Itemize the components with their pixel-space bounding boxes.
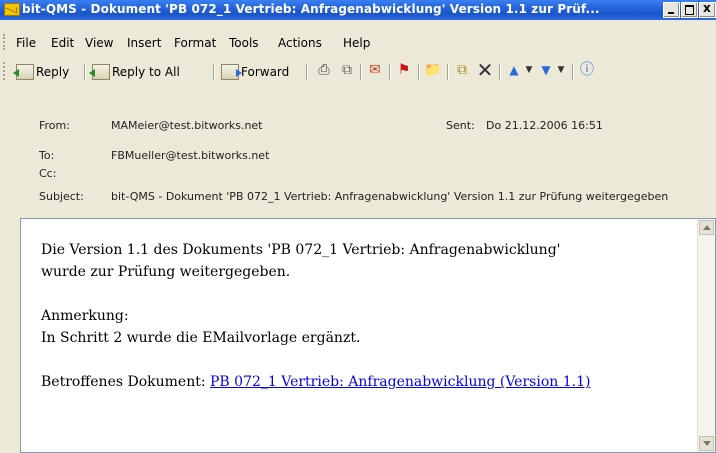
- reply-all-icon: [89, 64, 110, 80]
- folder-icon[interactable]: 📁: [424, 61, 442, 79]
- menu-help[interactable]: Help: [343, 36, 370, 50]
- envelope-icon: [4, 3, 20, 16]
- toolbar-separator: [418, 64, 420, 80]
- subject-label: Subject:: [39, 190, 84, 203]
- toolbar-separator: [447, 64, 449, 80]
- menu-tools[interactable]: Tools: [229, 36, 259, 50]
- to-label: To:: [39, 149, 55, 162]
- reply-button[interactable]: Reply: [13, 62, 70, 82]
- toolbar-separator: [389, 64, 391, 80]
- menu-actions[interactable]: Actions: [278, 36, 322, 50]
- message-text: Die Version 1.1 des Dokuments 'PB 072_1 …: [41, 239, 681, 393]
- cc-label: Cc:: [39, 167, 57, 180]
- from-value[interactable]: MAMeier@test.bitworks.net: [111, 119, 263, 132]
- email-window: bit-QMS - Dokument 'PB 072_1 Vertrieb: A…: [0, 0, 716, 453]
- reply-icon: [13, 64, 34, 80]
- toolbar: Reply Reply to All Forward ⎙ ⧉ ✉ ⚑ 📁 ⧉ ✕…: [0, 58, 716, 84]
- menu-file[interactable]: File: [16, 36, 36, 50]
- help-icon[interactable]: ⓘ: [578, 61, 596, 79]
- document-prefix: Betroffenes Dokument:: [41, 374, 211, 390]
- title-bar[interactable]: bit-QMS - Dokument 'PB 072_1 Vertrieb: A…: [0, 0, 716, 20]
- print-icon[interactable]: ⎙: [315, 61, 333, 79]
- previous-dropdown-icon[interactable]: ▼: [520, 61, 538, 79]
- toolbar-separator: [213, 64, 215, 80]
- menu-insert[interactable]: Insert: [127, 36, 161, 50]
- menu-edit[interactable]: Edit: [51, 36, 74, 50]
- menu-format[interactable]: Format: [174, 36, 216, 50]
- next-dropdown-icon[interactable]: ▼: [552, 61, 570, 79]
- toolbar-separator: [360, 64, 362, 80]
- move-icon[interactable]: ⧉: [453, 61, 471, 79]
- forward-icon: [221, 64, 242, 80]
- document-link[interactable]: PB 072_1 Vertrieb: Anfragenabwicklung (V…: [210, 374, 590, 390]
- body-line-2: wurde zur Prüfung weitergegeben.: [41, 264, 291, 280]
- message-body[interactable]: Die Version 1.1 des Dokuments 'PB 072_1 …: [20, 218, 716, 453]
- minimize-button[interactable]: [663, 2, 680, 18]
- forward-label: Forward: [241, 65, 290, 79]
- reply-all-button[interactable]: Reply to All: [89, 62, 180, 82]
- vertical-scrollbar[interactable]: [697, 219, 715, 452]
- note-label: Anmerkung:: [41, 308, 129, 324]
- toolbar-separator: [306, 64, 308, 80]
- to-value[interactable]: FBMueller@test.bitworks.net: [111, 149, 269, 162]
- message-icon[interactable]: ✉: [366, 61, 384, 79]
- scroll-up-icon[interactable]: [699, 220, 714, 235]
- document-line: Betroffenes Dokument: PB 072_1 Vertrieb:…: [41, 371, 681, 393]
- note-text: In Schritt 2 wurde die EMailvorlage ergä…: [41, 330, 361, 346]
- menu-bar: File Edit View Insert Format Tools Actio…: [0, 32, 716, 54]
- sent-label: Sent:: [446, 119, 475, 132]
- delete-icon[interactable]: ✕: [476, 60, 494, 80]
- reply-all-label: Reply to All: [112, 65, 180, 79]
- sent-value: Do 21.12.2006 16:51: [486, 119, 603, 132]
- close-button[interactable]: [699, 1, 716, 18]
- subject-value: bit-QMS - Dokument 'PB 072_1 Vertrieb: A…: [111, 190, 669, 203]
- copy-icon[interactable]: ⧉: [338, 61, 356, 79]
- reply-label: Reply: [36, 65, 70, 79]
- from-label: From:: [39, 119, 70, 132]
- message-header: From: MAMeier@test.bitworks.net Sent: Do…: [0, 86, 716, 216]
- body-line-1: Die Version 1.1 des Dokuments 'PB 072_1 …: [41, 242, 561, 258]
- toolbar-separator: [499, 64, 501, 80]
- maximize-button[interactable]: [681, 2, 698, 18]
- toolbar-separator: [84, 64, 86, 80]
- toolbar-separator: [572, 64, 574, 80]
- window-title: bit-QMS - Dokument 'PB 072_1 Vertrieb: A…: [22, 2, 600, 16]
- toolbar-grip[interactable]: [3, 62, 7, 80]
- menu-view[interactable]: View: [85, 36, 113, 50]
- flag-icon[interactable]: ⚑: [395, 61, 413, 79]
- forward-button[interactable]: Forward: [221, 62, 289, 82]
- scroll-down-icon[interactable]: [699, 436, 714, 451]
- menu-grip[interactable]: [3, 34, 7, 50]
